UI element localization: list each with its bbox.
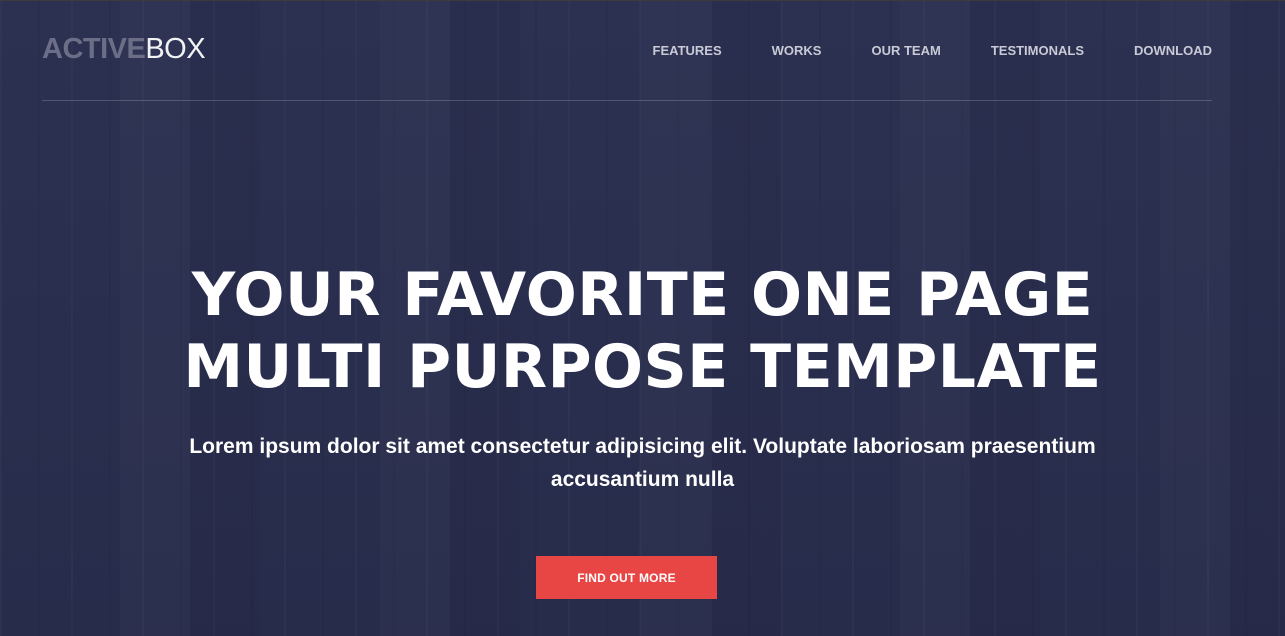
nav-item-testimonals[interactable]: TESTIMONALS	[991, 42, 1084, 60]
hero-subtitle: Lorem ipsum dolor sit amet consectetur a…	[189, 435, 1096, 491]
nav-item-our-team[interactable]: OUR TEAM	[871, 42, 940, 60]
nav-item-features[interactable]: FEATURES	[653, 42, 722, 60]
find-out-more-button[interactable]: FIND OUT MORE	[536, 556, 717, 599]
nav-item-download[interactable]: DOWNLOAD	[1134, 42, 1212, 60]
hero-headline-line-2: MULTI PURPOSE TEMPLATE	[183, 332, 1102, 402]
hero-headline-line-1: YOUR FAVORITE ONE PAGE	[191, 260, 1094, 330]
logo-bold-text: ACTIVE	[42, 33, 146, 65]
nav-item-works[interactable]: WORKS	[772, 42, 822, 60]
logo-light-text: BOX	[145, 33, 206, 65]
hero-section: ACTIVEBOX FEATURES WORKS OUR TEAM TESTIM…	[0, 0, 1285, 636]
navbar: ACTIVEBOX FEATURES WORKS OUR TEAM TESTIM…	[42, 1, 1212, 101]
logo[interactable]: ACTIVEBOX	[42, 31, 206, 67]
main-nav: FEATURES WORKS OUR TEAM TESTIMONALS DOWN…	[603, 42, 1212, 60]
hero-headline: YOUR FAVORITE ONE PAGE MULTI PURPOSE TEM…	[0, 259, 1285, 403]
